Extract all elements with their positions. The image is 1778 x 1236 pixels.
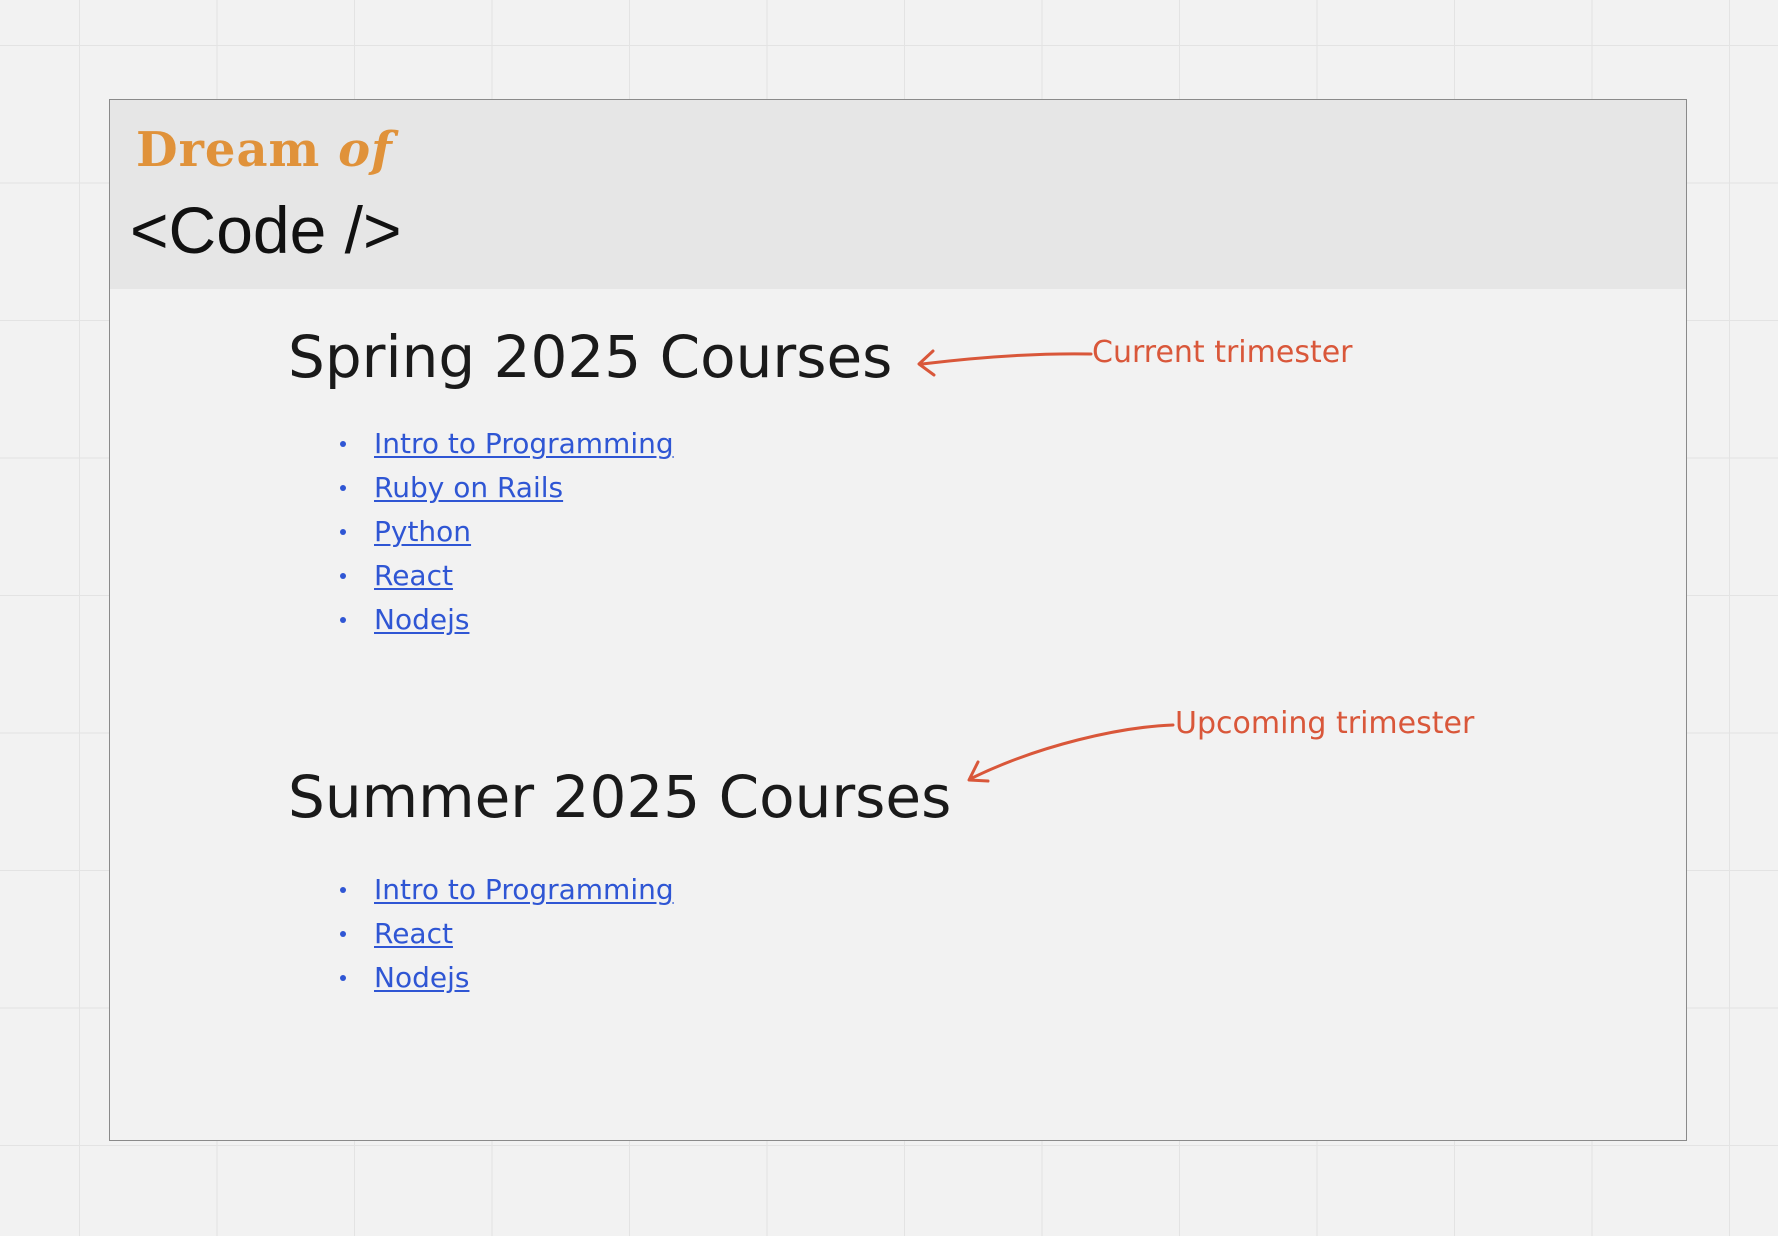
course-link-python[interactable]: Python — [374, 515, 471, 548]
summer-course-list: Intro to Programming React Nodejs — [288, 868, 674, 1000]
list-item: Nodejs — [288, 598, 674, 642]
bullet-icon — [340, 485, 346, 491]
list-item: Intro to Programming — [288, 422, 674, 466]
course-link-nodejs[interactable]: Nodejs — [374, 961, 469, 994]
bullet-icon — [340, 573, 346, 579]
logo-code-text: <Code /> — [130, 193, 402, 267]
list-item: React — [288, 912, 674, 956]
bullet-icon — [340, 441, 346, 447]
course-link-intro-to-programming[interactable]: Intro to Programming — [374, 427, 674, 460]
bullet-icon — [340, 975, 346, 981]
spring-course-list: Intro to Programming Ruby on Rails Pytho… — [288, 422, 674, 642]
bullet-icon — [340, 887, 346, 893]
course-link-ruby-on-rails[interactable]: Ruby on Rails — [374, 471, 563, 504]
course-link-nodejs[interactable]: Nodejs — [374, 603, 469, 636]
bullet-icon — [340, 529, 346, 535]
bullet-icon — [340, 931, 346, 937]
list-item: Python — [288, 510, 674, 554]
current-trimester-annotation: Current trimester — [1092, 335, 1353, 370]
site-header: Dream of <Code /> — [110, 100, 1686, 289]
list-item: Nodejs — [288, 956, 674, 1000]
course-link-react[interactable]: React — [374, 917, 453, 950]
logo-dream-of: Dream of — [136, 122, 393, 178]
bullet-icon — [340, 617, 346, 623]
list-item: Intro to Programming — [288, 868, 674, 912]
list-item: React — [288, 554, 674, 598]
page-frame: Dream of <Code /> Spring 2025 Courses In… — [109, 99, 1687, 1141]
summer-section-title: Summer 2025 Courses — [288, 763, 952, 831]
upcoming-trimester-annotation: Upcoming trimester — [1175, 706, 1475, 741]
logo-dream-text: Dream — [136, 122, 321, 178]
spring-section-title: Spring 2025 Courses — [288, 323, 893, 391]
course-link-react[interactable]: React — [374, 559, 453, 592]
logo-of-text: of — [338, 122, 393, 178]
list-item: Ruby on Rails — [288, 466, 674, 510]
course-link-intro-to-programming[interactable]: Intro to Programming — [374, 873, 674, 906]
